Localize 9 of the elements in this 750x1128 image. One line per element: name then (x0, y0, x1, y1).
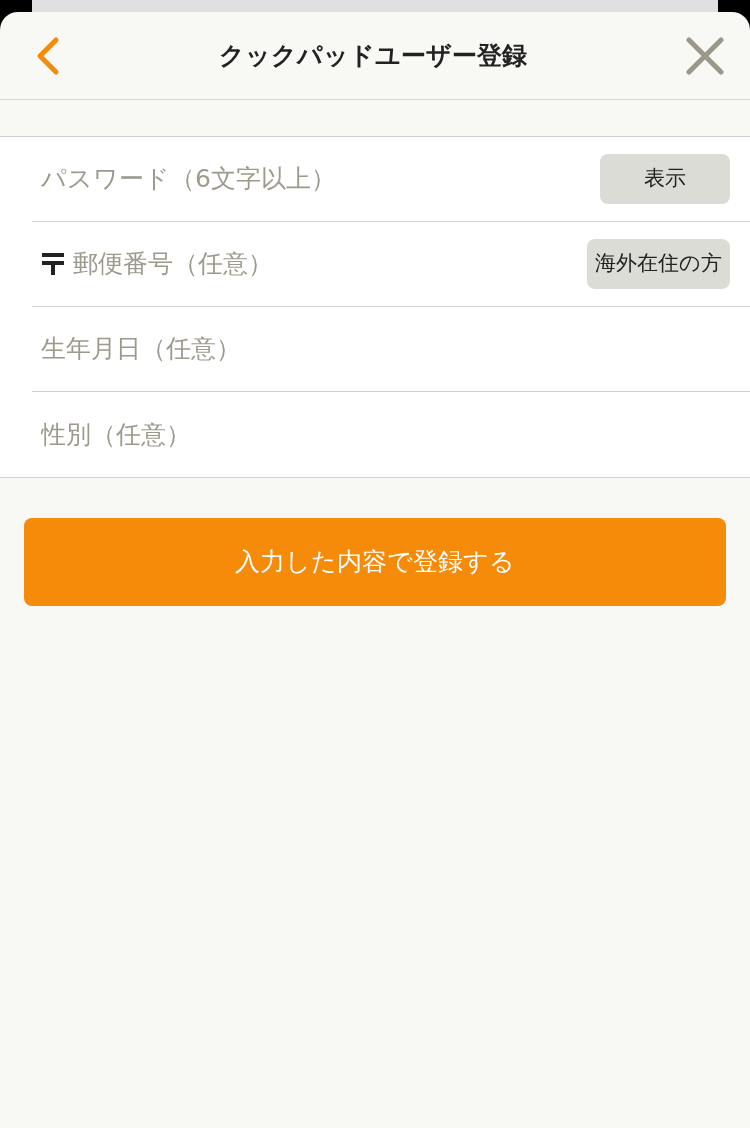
input-field[interactable]: 性別（任意） (32, 414, 730, 455)
overseas-button[interactable]: 海外在住の方 (587, 239, 730, 289)
input-field[interactable]: 生年月日（任意） (32, 329, 730, 369)
header-title: クックパッドユーザー登録 (219, 39, 527, 72)
postal-mark-icon (41, 251, 65, 277)
show-password-button[interactable]: 表示 (600, 154, 730, 204)
password-field[interactable]: パスワード（6文字以上） (32, 159, 600, 199)
close-icon[interactable] (686, 36, 724, 75)
postal-code-field[interactable]: 郵便番号（任意） (65, 244, 587, 284)
